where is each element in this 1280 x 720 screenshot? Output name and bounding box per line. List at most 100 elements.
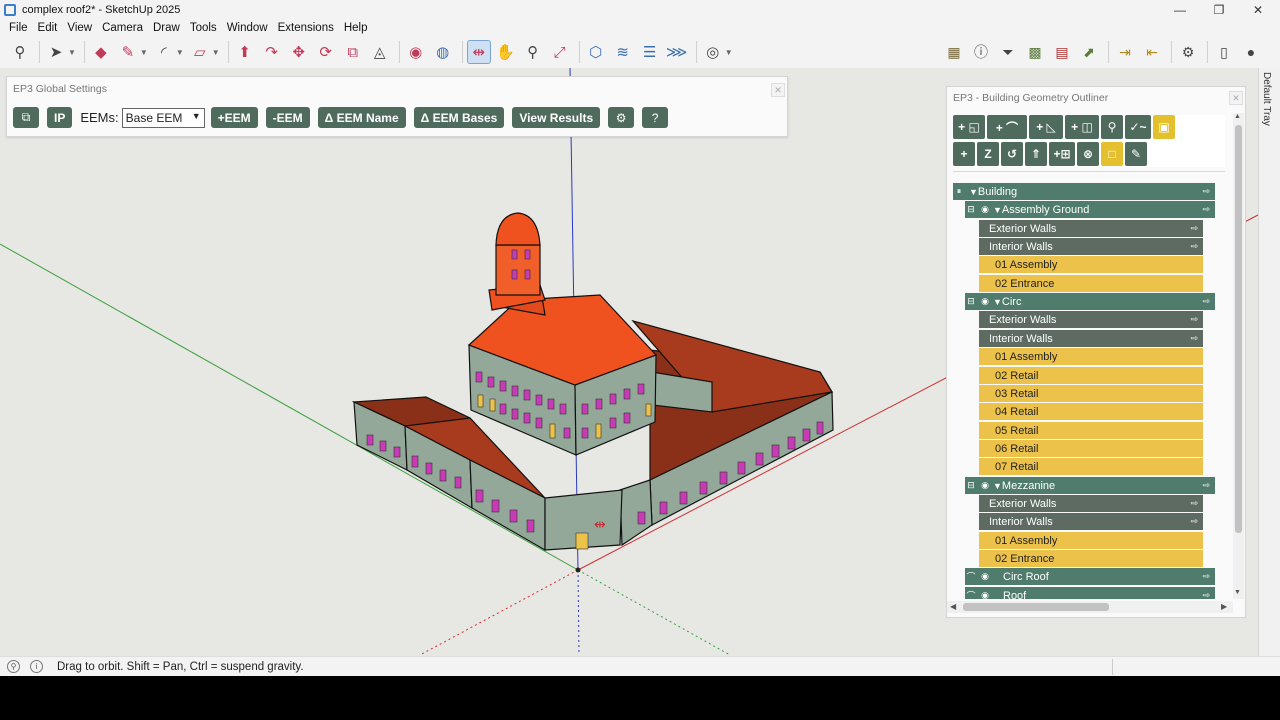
zoom-extents-icon[interactable]: ⤢ <box>548 40 572 64</box>
follow-me-icon[interactable]: ↷ <box>260 40 284 64</box>
pan-icon[interactable]: ✋ <box>494 40 518 64</box>
group-row[interactable]: ▼ Building ⇨ <box>953 183 1215 200</box>
close-icon[interactable]: ✕ <box>771 83 785 97</box>
ip-button[interactable]: IP <box>47 107 73 128</box>
extension-warehouse-icon[interactable]: ≋ <box>611 40 635 64</box>
refresh-button[interactable]: ↺ <box>1001 142 1023 166</box>
collapse-icon[interactable]: ⊟ <box>965 295 977 307</box>
info-icon[interactable]: ⓘ <box>969 40 993 64</box>
export-icon[interactable]: ⇤ <box>1140 40 1164 64</box>
push-pull-icon[interactable]: ⬆ <box>233 40 257 64</box>
menu-view[interactable]: View <box>67 22 92 34</box>
menu-edit[interactable]: Edit <box>38 22 58 34</box>
copy-icon[interactable]: ⧉ <box>13 107 39 128</box>
zone-row[interactable]: 03 Retail <box>979 385 1203 402</box>
add-eem-button[interactable]: +EEM <box>210 107 258 128</box>
chevron-down-icon[interactable]: ▼ <box>176 48 184 57</box>
building-icon[interactable]: ▦ <box>942 40 966 64</box>
default-tray-label[interactable]: Default Tray <box>1261 72 1272 126</box>
layers-icon[interactable]: ☰ <box>638 40 662 64</box>
tape-measure-icon[interactable]: ◉ <box>404 40 428 64</box>
maximize-icon[interactable]: ❐ <box>1199 0 1239 20</box>
info-icon[interactable]: i <box>30 660 43 673</box>
expand-icon[interactable]: ⬈ <box>1077 40 1101 64</box>
select-arrow-icon[interactable]: ⇨ <box>1202 571 1210 582</box>
search-icon[interactable]: ⚲ <box>8 40 32 64</box>
collapse-icon[interactable]: ⌒ <box>965 589 977 600</box>
rectangle-tool-icon[interactable]: ▱ <box>188 40 212 64</box>
menu-camera[interactable]: Camera <box>102 22 143 34</box>
eem-bases-button[interactable]: Δ EEM Bases <box>413 107 505 128</box>
zone-row[interactable]: 02 Entrance <box>979 550 1203 567</box>
close-icon[interactable]: ✕ <box>1229 91 1243 105</box>
remove-eem-button[interactable]: -EEM <box>265 107 310 128</box>
extension-manager-icon[interactable]: ⋙ <box>665 40 689 64</box>
menu-window[interactable]: Window <box>227 22 268 34</box>
scroll-up-icon[interactable]: ▲ <box>1234 113 1241 120</box>
zone-tag-icon[interactable]: ▣ <box>1153 115 1175 139</box>
group-row[interactable]: ▼ Circ ⇨ <box>965 293 1215 310</box>
user-icon[interactable]: ● <box>1239 40 1263 64</box>
upload-button[interactable]: ⇑ <box>1025 142 1047 166</box>
zone-row[interactable]: 01 Assembly <box>979 256 1203 273</box>
zone-row[interactable]: 05 Retail <box>979 422 1203 439</box>
chevron-down-icon[interactable]: ▼ <box>725 48 733 57</box>
warehouse-icon[interactable]: ⬡ <box>584 40 608 64</box>
select-arrow-icon[interactable]: ⇨ <box>1190 516 1198 527</box>
move-icon[interactable]: ✥ <box>287 40 311 64</box>
visibility-icon[interactable]: ◉ <box>979 203 991 215</box>
expand-toggle-icon[interactable]: ▼ <box>969 187 978 197</box>
visibility-icon[interactable]: ◉ <box>979 570 991 582</box>
zone-row[interactable]: 02 Entrance <box>979 275 1203 292</box>
chevron-down-icon[interactable]: ▼ <box>212 48 220 57</box>
group-row[interactable]: Roof ⇨ <box>965 587 1215 599</box>
outliner-vertical-scrollbar[interactable]: ▲ ▼ <box>1233 113 1244 599</box>
select-arrow-icon[interactable]: ⇨ <box>1202 204 1210 215</box>
account-icon[interactable]: ◎ <box>701 40 725 64</box>
import-icon[interactable]: ⇥ <box>1113 40 1137 64</box>
scale-icon[interactable]: ⧉ <box>341 40 365 64</box>
validate-button[interactable]: ✓~ <box>1125 115 1151 139</box>
orbit-icon[interactable]: ⇹ <box>466 40 491 64</box>
visibility-icon[interactable]: ◉ <box>979 295 991 307</box>
settings-sliders-icon[interactable]: ⚙ <box>1176 40 1200 64</box>
select-arrow-icon[interactable]: ⇨ <box>1202 590 1210 599</box>
minimize-icon[interactable]: — <box>1160 0 1200 20</box>
chevron-down-icon[interactable]: ▼ <box>68 48 76 57</box>
visibility-icon[interactable]: ◉ <box>979 479 991 491</box>
rotate-icon[interactable]: ⟳ <box>314 40 338 64</box>
add-grid-button[interactable]: +⊞ <box>1049 142 1075 166</box>
expand-toggle-icon[interactable]: ▼ <box>993 481 1002 491</box>
visibility-icon[interactable]: ◉ <box>979 589 991 600</box>
wall-group-row[interactable]: Interior Walls ⇨ <box>979 513 1203 530</box>
collapse-icon[interactable]: ⊟ <box>965 203 977 215</box>
collapse-icon[interactable]: ⌒ <box>965 570 977 582</box>
collapse-icon[interactable]: ⊟ <box>965 479 977 491</box>
menu-draw[interactable]: Draw <box>153 22 180 34</box>
arc-tool-icon[interactable]: ◜ <box>152 40 176 64</box>
wall-group-row[interactable]: Interior Walls ⇨ <box>979 330 1203 347</box>
select-arrow-icon[interactable]: ⇨ <box>1202 296 1210 307</box>
close-icon[interactable]: ✕ <box>1238 0 1278 20</box>
scroll-right-icon[interactable]: ▶ <box>1221 602 1227 611</box>
document-icon[interactable]: ▯ <box>1212 40 1236 64</box>
wall-group-row[interactable]: Exterior Walls ⇨ <box>979 311 1203 328</box>
menu-help[interactable]: Help <box>344 22 368 34</box>
menu-extensions[interactable]: Extensions <box>278 22 334 34</box>
group-row[interactable]: ▼ Mezzanine ⇨ <box>965 477 1215 494</box>
eem-name-button[interactable]: Δ EEM Name <box>317 107 406 128</box>
stack-icon[interactable]: ▤ <box>1050 40 1074 64</box>
select-arrow-icon[interactable]: ⇨ <box>1202 480 1210 491</box>
group-row[interactable]: ▼ Assembly Ground ⇨ <box>965 201 1215 218</box>
offset-icon[interactable]: ◬ <box>368 40 392 64</box>
select-arrow-icon[interactable]: ⇨ <box>1190 333 1198 344</box>
z-button[interactable]: Z <box>977 142 999 166</box>
outliner-horizontal-scrollbar[interactable]: ◀ ▶ <box>947 601 1233 613</box>
eraser-icon[interactable]: ◆ <box>89 40 113 64</box>
default-tray[interactable] <box>1258 68 1280 656</box>
eem-select[interactable]: Base EEM ▼ <box>121 107 205 128</box>
expand-toggle-icon[interactable]: ▼ <box>993 205 1002 215</box>
zone-row[interactable]: 01 Assembly <box>979 348 1203 365</box>
zone-row[interactable]: 01 Assembly <box>979 532 1203 549</box>
filter-icon[interactable]: ⏷ <box>996 40 1020 64</box>
